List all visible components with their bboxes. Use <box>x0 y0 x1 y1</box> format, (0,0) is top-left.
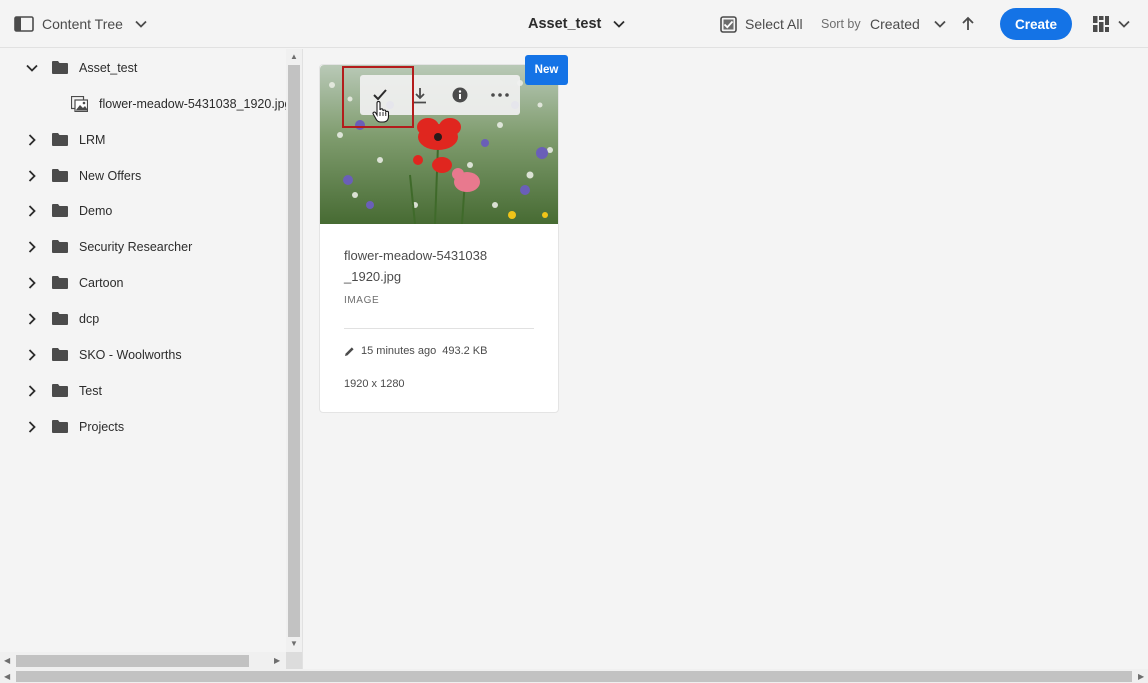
tree-item-test[interactable]: Test <box>0 373 286 409</box>
tree-item-label: Asset_test <box>79 61 138 75</box>
chevron-right-icon[interactable] <box>26 385 38 397</box>
pencil-icon <box>345 346 354 356</box>
chevron-right-icon[interactable] <box>26 134 38 146</box>
folder-title-label: Asset_test <box>528 16 602 32</box>
folder-icon <box>52 133 68 146</box>
chevron-right-icon[interactable] <box>26 241 38 253</box>
sort-by-label: Sort by <box>821 17 861 31</box>
asset-name[interactable]: flower-meadow-5431038_1920.jpg <box>344 245 494 287</box>
tree-item-label: flower-meadow-5431038_1920.jpg <box>99 97 292 111</box>
tree-item-security-researcher[interactable]: Security Researcher <box>0 229 286 265</box>
tree-item-lrm[interactable]: LRM <box>0 122 286 158</box>
tree-item-label: Cartoon <box>79 276 124 290</box>
tree-item-label: dcp <box>79 312 100 326</box>
chevron-down-icon <box>1118 20 1130 28</box>
more-icon <box>491 93 509 97</box>
card-divider <box>344 328 534 329</box>
chevron-down-icon <box>135 20 147 28</box>
scrollbar-thumb[interactable] <box>288 65 300 637</box>
folder-icon <box>52 204 68 217</box>
asset-dimensions: 1920 x 1280 <box>344 378 405 390</box>
chevron-right-icon[interactable] <box>26 170 38 182</box>
tree-item-demo[interactable]: Demo <box>0 193 286 229</box>
chevron-down-icon <box>613 20 625 28</box>
card-view-icon <box>1093 16 1109 32</box>
scroll-right-arrow-icon[interactable]: ▶ <box>1138 672 1144 681</box>
sidebar-vertical-scrollbar[interactable]: ▲ ▼ <box>286 49 302 652</box>
scroll-left-arrow-icon[interactable]: ◀ <box>4 656 10 665</box>
chevron-right-icon[interactable] <box>26 313 38 325</box>
scroll-right-arrow-icon[interactable]: ▶ <box>274 656 280 665</box>
scrollbar-thumb[interactable] <box>16 671 1132 682</box>
tree-item-label: SKO - Woolworths <box>79 348 182 362</box>
sort-direction-button[interactable] <box>960 14 976 34</box>
tree-item-flower-meadow[interactable]: flower-meadow-5431038_1920.jpg <box>0 86 292 122</box>
download-icon <box>414 87 426 103</box>
scroll-down-arrow-icon[interactable]: ▼ <box>290 640 298 648</box>
scroll-up-arrow-icon[interactable]: ▲ <box>290 53 298 61</box>
select-all-button[interactable]: Select All <box>720 14 803 34</box>
rail-panel-icon <box>14 16 34 32</box>
asset-modified: 15 minutes ago <box>361 345 437 357</box>
scroll-left-arrow-icon[interactable]: ◀ <box>4 672 10 681</box>
checkbox-icon <box>720 15 737 33</box>
content-tree-panel: Asset_test flower-meadow-5431038_1920.jp… <box>0 49 303 669</box>
tree-item-sko-woolworths[interactable]: SKO - Woolworths <box>0 337 286 373</box>
sort-by-dropdown[interactable]: Created <box>870 14 946 34</box>
more-actions-button[interactable] <box>488 83 512 107</box>
folder-icon <box>52 276 68 289</box>
arrow-up-icon <box>962 16 974 30</box>
content-tree-toggle[interactable]: Content Tree <box>14 14 147 34</box>
folder-icon <box>52 169 68 182</box>
folder-icon <box>52 384 68 397</box>
folder-icon <box>52 348 68 361</box>
tree-item-label: Demo <box>79 204 113 218</box>
chevron-right-icon[interactable] <box>26 421 38 433</box>
chevron-right-icon[interactable] <box>26 277 38 289</box>
tree-item-label: Projects <box>79 420 125 434</box>
folder-icon <box>52 61 68 74</box>
folder-icon <box>52 240 68 253</box>
info-button[interactable] <box>448 83 472 107</box>
view-switcher[interactable] <box>1092 14 1130 34</box>
tree-item-label: New Offers <box>79 169 142 183</box>
tree-item-cartoon[interactable]: Cartoon <box>0 265 286 301</box>
top-bar: Content Tree Asset_test Select All Sort … <box>0 0 1148 48</box>
asset-meta: 15 minutes ago 493.2 KB <box>344 345 487 357</box>
image-file-icon <box>71 96 88 112</box>
asset-size: 493.2 KB <box>442 345 488 357</box>
main-horizontal-scrollbar[interactable]: ◀ ▶ <box>0 669 1148 683</box>
tree-item-label: Test <box>79 384 102 398</box>
sort-by-value: Created <box>870 16 920 32</box>
tree-item-new-offers[interactable]: New Offers <box>0 158 286 194</box>
info-icon <box>452 87 468 103</box>
select-all-label: Select All <box>745 16 803 32</box>
new-badge: New <box>525 55 568 85</box>
chevron-right-icon[interactable] <box>26 349 38 361</box>
chevron-down-icon <box>934 20 946 28</box>
folder-icon <box>52 420 68 433</box>
chevron-right-icon[interactable] <box>26 205 38 217</box>
chevron-down-icon[interactable] <box>26 62 38 74</box>
tree-item-asset-test[interactable]: Asset_test <box>0 50 286 86</box>
asset-type: IMAGE <box>344 295 380 306</box>
content-tree-label: Content Tree <box>42 16 123 32</box>
tree-item-projects[interactable]: Projects <box>0 409 286 445</box>
tree-item-label: LRM <box>79 133 106 147</box>
sidebar-horizontal-scrollbar[interactable]: ◀ ▶ <box>0 652 286 669</box>
create-button[interactable]: Create <box>1000 8 1072 40</box>
tree-item-dcp[interactable]: dcp <box>0 301 286 337</box>
scrollbar-thumb[interactable] <box>16 655 249 667</box>
tree-item-label: Security Researcher <box>79 240 193 254</box>
folder-title[interactable]: Asset_test <box>528 14 625 34</box>
hand-cursor-icon <box>372 101 390 123</box>
folder-icon <box>52 312 68 325</box>
asset-card[interactable]: flower-meadow-5431038_1920.jpg IMAGE 15 … <box>319 64 559 413</box>
scrollbar-corner <box>286 652 302 669</box>
